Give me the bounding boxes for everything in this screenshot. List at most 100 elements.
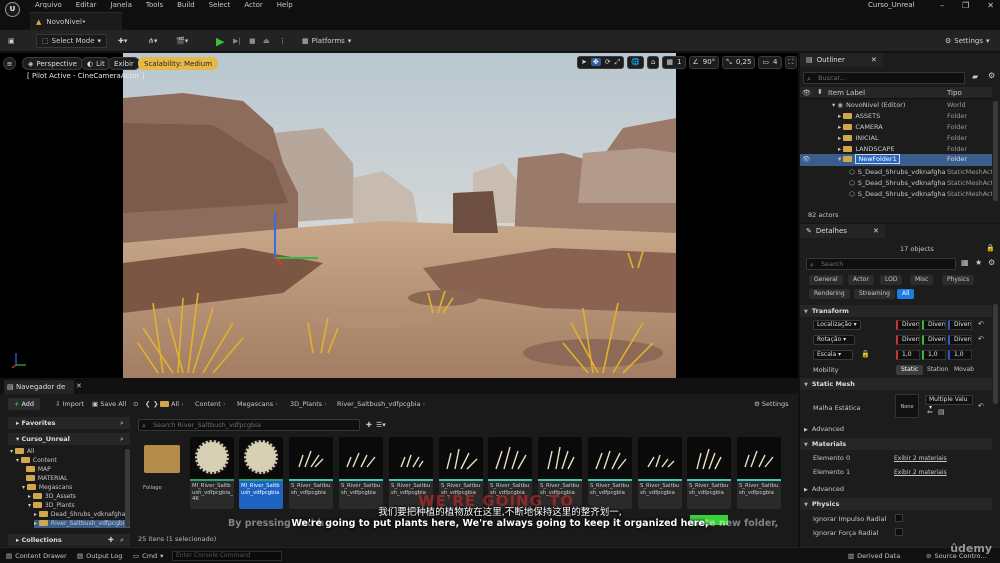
close-tab-icon[interactable]: ✕ [873, 224, 879, 238]
tree-item-all[interactable]: ▾ All [10, 448, 34, 456]
cmd-dropdown[interactable]: ▭ Cmd ▾ [133, 552, 163, 560]
scale-snap-button[interactable]: ⤡ 0,25 [722, 55, 756, 69]
asset-tile-material-selected[interactable]: MI_River_Saltbush_vdfpcgbia [239, 437, 283, 509]
play-options-icon[interactable]: ⋮ [279, 34, 286, 48]
filter-lod[interactable]: LOD [880, 275, 903, 285]
reset-icon[interactable]: ↶ [978, 335, 984, 343]
filter-physics[interactable]: Physics [942, 275, 975, 285]
location-x-field[interactable]: Diversc [896, 320, 920, 330]
menu-item-actor[interactable]: Actor [244, 0, 262, 11]
asset-tile-mesh[interactable]: S_River_Saltbush_vdfpcgbia [289, 437, 333, 509]
tree-item-3d-assets[interactable]: ▸ 3D_Assets [28, 493, 76, 501]
maximize-icon[interactable]: ❐ [962, 0, 969, 11]
menu-item-tools[interactable]: Tools [146, 0, 163, 11]
add-folder-icon[interactable]: ▰ [972, 72, 978, 81]
outliner-row-assets[interactable]: ▸ ASSETS Folder [800, 111, 992, 122]
rotation-x-field[interactable]: Diversc [896, 335, 920, 345]
save-level-icon[interactable]: ▣ [8, 34, 15, 48]
settings-button[interactable]: ⚙ Settings ▾ [945, 34, 990, 48]
advanced-toggle[interactable]: ▶ Advanced [800, 423, 992, 435]
location-y-field[interactable]: Diversc [922, 320, 946, 330]
location-dropdown[interactable]: Localização ▾ [813, 320, 861, 330]
maximize-viewport-icon[interactable]: ⛶ [784, 55, 798, 69]
column-type[interactable]: Tipo [947, 89, 962, 97]
breadcrumb-river-saltbush[interactable]: River_Saltbush_vdfpcgbia › [337, 400, 425, 408]
rotation-y-field[interactable]: Diversc [922, 335, 946, 345]
outliner-tab[interactable]: ▤ Outliner ✕ [800, 53, 883, 67]
section-materials[interactable]: ▼ Materials [800, 438, 992, 450]
search-icon[interactable]: ⌕ [120, 419, 124, 428]
ignore-force-checkbox[interactable] [895, 528, 903, 536]
grid-snap-button[interactable]: ▦ 1 [662, 55, 686, 69]
add-actor-icon[interactable]: ✚▾ [118, 34, 127, 48]
step-icon[interactable]: ▶| [233, 34, 241, 48]
output-log-button[interactable]: ▤ Output Log [77, 552, 122, 560]
breadcrumb-megascans[interactable]: Megascans › [237, 400, 278, 408]
outliner-row-mesh[interactable]: ⬡ S_Dead_Shrubs_vdknafgha StaticMeshAct [800, 167, 992, 178]
filter-all[interactable]: All [897, 289, 915, 299]
platforms-dropdown[interactable]: ▦ Platforms ▾ [302, 34, 351, 48]
visibility-icon[interactable]: 👁 [802, 154, 810, 165]
outliner-row-inicial[interactable]: ▸ INICIAL Folder [800, 133, 992, 144]
breadcrumb-all[interactable]: All › [171, 400, 184, 408]
close-tab-icon[interactable]: ✕ [76, 382, 82, 390]
filter-misc[interactable]: Misc [910, 275, 934, 285]
camera-speed-button[interactable]: ▭ 4 [758, 55, 782, 69]
menu-item-select[interactable]: Select [209, 0, 231, 11]
breadcrumb-content[interactable]: Content › [195, 400, 226, 408]
asset-tile-mesh[interactable]: S_River_Saltbush_vdfpcgbia [339, 437, 383, 509]
scalability-badge[interactable]: Scalability: Medium [138, 57, 219, 70]
content-browser-tab[interactable]: ▤ Navegador de C... [4, 380, 74, 405]
play-icon[interactable]: ▶ [216, 34, 224, 48]
surface-snap-icon[interactable]: ⌂ [646, 55, 660, 69]
column-item-label[interactable]: Item Label [828, 89, 865, 97]
use-selected-icon[interactable]: ⇐ [927, 408, 933, 416]
tree-item-megascans[interactable]: ▾ Megascans [22, 484, 72, 492]
menu-item-help[interactable]: Help [277, 0, 293, 11]
back-icon[interactable]: ❮ [145, 400, 150, 408]
scale-y-field[interactable]: 1,0 [922, 350, 946, 360]
search-icon[interactable]: ⌕ [120, 435, 124, 444]
location-z-field[interactable]: Diversc [948, 320, 972, 330]
eject-icon[interactable]: ⏏ [263, 34, 270, 48]
outliner-row-mesh[interactable]: ⬡ S_Dead_Shrubs_vdknafgha StaticMeshAct [800, 189, 992, 200]
console-input[interactable]: Enter Console Command [172, 551, 282, 561]
stop-icon[interactable]: ■ [249, 34, 256, 48]
scale-x-field[interactable]: 1,0 [896, 350, 920, 360]
visibility-icon[interactable]: 👁 [802, 89, 811, 97]
star-icon[interactable]: ★ [975, 258, 982, 267]
save-all-button[interactable]: ▣ Save All [92, 400, 126, 408]
details-search-input[interactable]: ⌕ Search [806, 258, 956, 270]
details-scrollbar[interactable] [993, 304, 998, 404]
asset-search-input[interactable]: ⌕ Search River_Saltbush_vdfpcgbia [138, 419, 360, 431]
add-button[interactable]: + Add [8, 398, 41, 410]
forward-icon[interactable]: ❯ [153, 400, 158, 408]
tree-item-material[interactable]: MATERIAL [22, 475, 68, 483]
show-button[interactable]: Exibir [108, 57, 140, 70]
rename-folder-input[interactable]: NewFolder1 [855, 154, 900, 164]
import-button[interactable]: ⇩ Import [55, 400, 84, 408]
outliner-row-world[interactable]: ▾ ◉ NovoNivel (Editor) World [800, 100, 992, 111]
close-icon[interactable]: ✕ [987, 0, 994, 11]
asset-tile-material[interactable]: MI_River_Saltbush_vdfpcgbia_4K [190, 437, 234, 509]
level-viewport[interactable]: ≡ ◈ Perspective ◐ Lit Exibir Scalability… [0, 53, 798, 378]
content-drawer-button[interactable]: ▤ Content Drawer [6, 552, 67, 560]
element-1-link[interactable]: Exibir 2 materiais [894, 469, 947, 476]
table-view-icon[interactable]: ▦ [961, 258, 969, 267]
asset-tile-mesh[interactable]: S_River_Saltbush_vdfpcgbia [638, 437, 682, 509]
filter-rendering[interactable]: Rendering [809, 289, 850, 299]
filter-actor[interactable]: Actor [848, 275, 874, 285]
menu-item-arquivo[interactable]: Arquivo [35, 0, 62, 11]
menu-item-editar[interactable]: Editar [76, 0, 97, 11]
select-arrow-icon[interactable]: ➤ [581, 58, 587, 66]
mobility-movable[interactable]: Movab [949, 365, 979, 375]
outliner-row-camera[interactable]: ▸ CAMERA Folder [800, 122, 992, 133]
cinematics-icon[interactable]: 🎬▾ [176, 34, 188, 48]
perspective-button[interactable]: ◈ Perspective [22, 57, 83, 70]
outliner-row-mesh[interactable]: ⬡ S_Dead_Shrubs_vdknafgha StaticMeshAct [800, 178, 992, 189]
history-icon[interactable]: ⊙ [133, 400, 138, 408]
hamburger-icon[interactable]: ≡ [3, 57, 16, 70]
add-collection-icon[interactable]: ✚ [108, 536, 114, 544]
filter-icon[interactable]: ☰▾ [376, 421, 386, 429]
outliner-search-input[interactable]: ⌕ Buscar... [803, 72, 965, 84]
